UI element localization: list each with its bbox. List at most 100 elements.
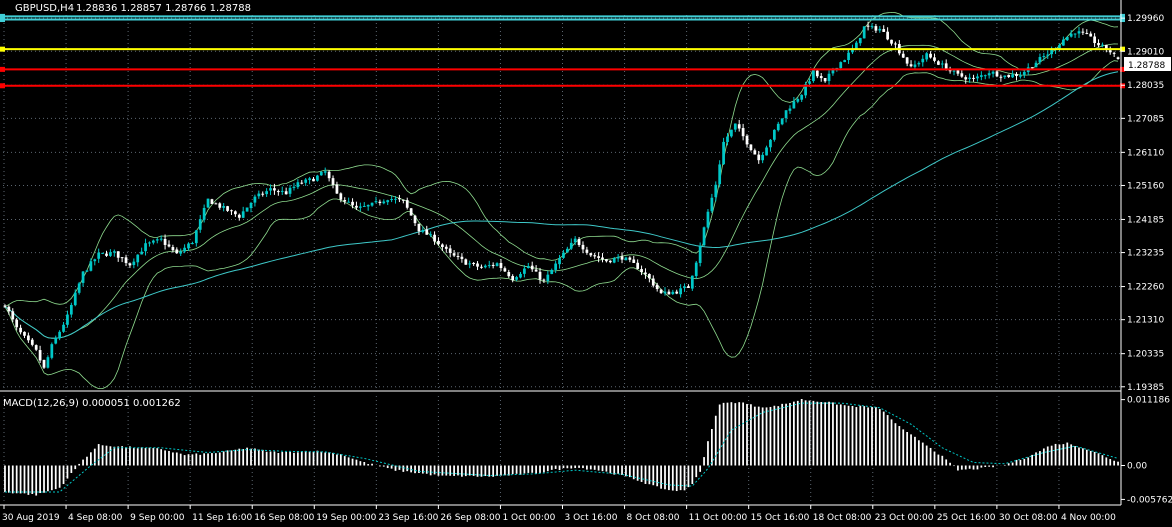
- candle-body: [577, 239, 581, 245]
- candle-body: [7, 306, 11, 312]
- candle-body: [913, 64, 917, 67]
- candle-body: [534, 269, 538, 272]
- candle-body: [1058, 44, 1061, 49]
- candle-body: [23, 331, 26, 336]
- chart[interactable]: 1.29960 1.29010 1.28035 1.27085 1.26110 1.251…: [0, 0, 1172, 527]
- candle-body: [519, 273, 522, 278]
- candle-body: [808, 81, 811, 84]
- candle-body: [226, 206, 229, 211]
- candle-body: [269, 188, 272, 191]
- candle-body: [1034, 62, 1038, 68]
- candle-body: [343, 200, 347, 202]
- candle-body: [276, 191, 280, 193]
- candle-body: [839, 62, 843, 69]
- candle-body: [815, 70, 819, 77]
- candle-body: [280, 190, 284, 192]
- candle-body: [417, 223, 421, 232]
- candle-body: [616, 256, 620, 259]
- time-tick-label: 8 Oct 08:00: [627, 513, 680, 523]
- candle-body: [710, 197, 714, 212]
- candle-body: [933, 57, 936, 61]
- candle-body: [116, 251, 120, 258]
- candle-body: [394, 198, 397, 200]
- price-tick-label: 1.21310: [1127, 316, 1164, 326]
- candle-body: [979, 75, 983, 77]
- candle-body: [312, 178, 315, 182]
- candle-body: [261, 193, 265, 195]
- candle-body: [175, 249, 179, 254]
- candle-body: [585, 249, 589, 253]
- candle-body: [241, 211, 245, 218]
- candle-body: [237, 214, 241, 218]
- candle-body: [714, 184, 718, 198]
- time-tick-label: 19 Sep 00:00: [316, 513, 376, 523]
- candle-body: [245, 207, 249, 212]
- candle-body: [54, 337, 58, 344]
- candle-body: [636, 262, 640, 269]
- candle-body: [58, 331, 61, 339]
- candle-body: [671, 291, 675, 295]
- candle-body: [1003, 75, 1007, 78]
- candle-body: [437, 240, 440, 245]
- time-tick-label: 26 Sep 08:00: [440, 513, 500, 523]
- candle-body: [487, 265, 491, 267]
- candle-body: [1108, 50, 1112, 53]
- candle-body: [1062, 39, 1065, 46]
- candle-body: [155, 239, 159, 241]
- candle: [409, 207, 413, 216]
- candle-body: [413, 215, 417, 224]
- candle-body: [772, 129, 776, 140]
- candle-body: [948, 70, 952, 72]
- candle-body: [917, 62, 921, 65]
- candle-body: [144, 243, 147, 252]
- candle: [42, 359, 46, 369]
- candle-body: [1019, 75, 1022, 77]
- candle-body: [632, 259, 636, 263]
- candle-body: [1077, 31, 1081, 34]
- candle-body: [483, 265, 487, 268]
- candle-body: [698, 245, 702, 263]
- price-tick-label: 1.20335: [1127, 350, 1164, 360]
- candle-body: [769, 139, 772, 148]
- candle-body: [265, 191, 268, 195]
- price-tick-label: 1.29010: [1127, 47, 1164, 57]
- candle-body: [316, 175, 319, 181]
- candle-body: [300, 182, 304, 184]
- candle-body: [523, 268, 526, 274]
- candle-body: [476, 263, 479, 267]
- level-handle-left: [0, 46, 5, 52]
- candle-body: [194, 230, 198, 244]
- candle-body: [991, 71, 995, 74]
- candle-body: [292, 186, 296, 188]
- candle-body: [972, 77, 975, 79]
- candle-body: [562, 252, 565, 258]
- candle-body: [405, 200, 409, 208]
- candle-body: [351, 201, 354, 206]
- candle-body: [788, 108, 792, 111]
- candle-body: [1089, 33, 1093, 37]
- candle-body: [19, 327, 22, 333]
- candle: [50, 342, 54, 360]
- candle-body: [66, 314, 69, 325]
- price-tick-label: 1.22260: [1127, 283, 1164, 293]
- candle-body: [894, 43, 897, 45]
- candle-body: [401, 199, 405, 201]
- candle-body: [30, 339, 34, 345]
- time-tick-label: 23 Sep 16:00: [378, 513, 438, 523]
- candle-body: [460, 256, 464, 259]
- candle-body: [167, 244, 171, 247]
- level-handle-left: [0, 83, 5, 89]
- candle-body: [85, 270, 89, 272]
- candle-body: [1081, 31, 1085, 33]
- candle-body: [624, 257, 628, 261]
- candle-body: [335, 184, 339, 194]
- candle-body: [733, 123, 737, 130]
- candle: [46, 355, 50, 369]
- candle-body: [171, 247, 175, 251]
- candle-body: [718, 164, 722, 185]
- candle-body: [823, 78, 827, 82]
- candle-body: [468, 263, 472, 265]
- candle-body: [929, 53, 932, 58]
- candle-body: [386, 200, 390, 203]
- candle-body: [73, 292, 77, 306]
